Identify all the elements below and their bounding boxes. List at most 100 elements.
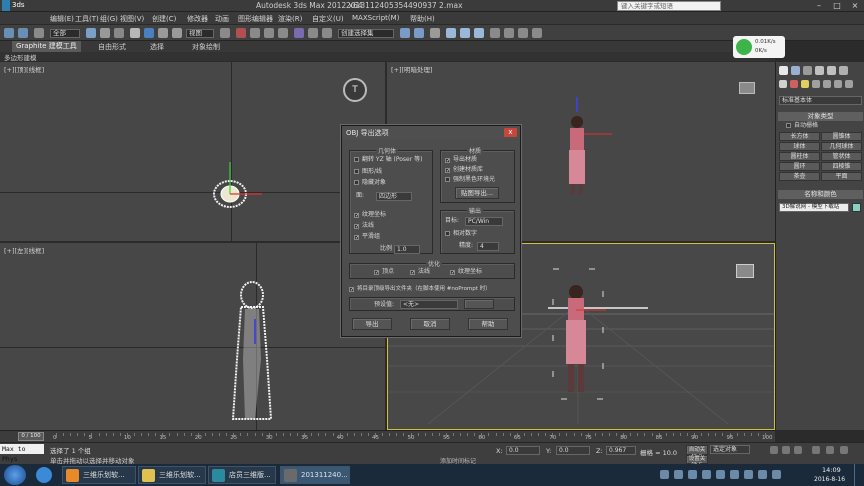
rotate-icon[interactable] xyxy=(158,28,168,38)
menu-edit[interactable]: 编辑(E) xyxy=(50,14,74,24)
close-icon[interactable]: × xyxy=(848,1,862,11)
x-coord-input[interactable]: 0.0 xyxy=(506,446,540,455)
texcoords-checkbox[interactable]: ✓ 纹理坐标 xyxy=(354,211,386,219)
task-2[interactable]: 三维乐划软... xyxy=(138,466,206,484)
spinner-snap-icon[interactable] xyxy=(278,28,288,38)
create-tab-icon[interactable] xyxy=(779,66,788,75)
create-matlib-checkbox[interactable]: ✓ 创建材质库 xyxy=(445,166,483,174)
tube-button[interactable]: 管状体 xyxy=(821,152,862,161)
shapes-icon[interactable] xyxy=(790,80,798,88)
maximize-icon[interactable]: □ xyxy=(830,1,844,11)
menu-animation[interactable]: 动画 xyxy=(215,14,229,24)
task-4[interactable]: 201311240... xyxy=(280,466,350,484)
tray-icon-i[interactable] xyxy=(772,470,781,479)
shapes-checkbox[interactable]: 图形/线 xyxy=(354,168,382,176)
geosphere-button[interactable]: 几何球体 xyxy=(821,142,862,151)
material-editor-icon[interactable] xyxy=(430,28,440,38)
menu-group[interactable]: 组(G) xyxy=(100,14,118,24)
object-color-swatch[interactable] xyxy=(852,203,861,212)
menu-rendering[interactable]: 渲染(R) xyxy=(278,14,302,24)
show-desktop-button[interactable] xyxy=(854,464,864,486)
helpers-icon[interactable] xyxy=(823,80,831,88)
menu-graph-editors[interactable]: 图形编辑器 xyxy=(238,14,273,24)
primitive-type-dropdown[interactable]: 标准基本体 xyxy=(779,96,862,105)
start-icon[interactable] xyxy=(4,465,26,485)
torus-button[interactable]: 圆环 xyxy=(779,162,820,171)
snap-icon[interactable] xyxy=(236,28,246,38)
select-by-name-icon[interactable] xyxy=(100,28,110,38)
normals-checkbox[interactable]: ✓ 法线 xyxy=(354,222,374,230)
tray-icon-h[interactable] xyxy=(758,470,767,479)
spacewarps-icon[interactable] xyxy=(834,80,842,88)
cameras-icon[interactable] xyxy=(812,80,820,88)
select-filter-dropdown[interactable]: 全部 xyxy=(50,29,80,38)
smooth-groups-checkbox[interactable]: ✓ 平滑组 xyxy=(354,233,380,241)
align-icon[interactable] xyxy=(308,28,318,38)
scale-input[interactable]: 1.0 xyxy=(394,245,420,254)
dialog-close-button[interactable]: x xyxy=(504,128,517,137)
tab-graphite[interactable]: Graphite 建模工具 xyxy=(12,41,81,52)
name-color-rollout[interactable]: 名称和颜色 xyxy=(778,190,863,199)
help-search-input[interactable]: 键入关键字或短语 xyxy=(617,1,721,11)
optimize-texcoords-checkbox[interactable]: ✓ 纹理坐标 xyxy=(450,268,482,276)
viewcube-top-icon[interactable]: T xyxy=(343,78,367,102)
angle-snap-icon[interactable] xyxy=(250,28,260,38)
polygon-modeling-label[interactable]: 多边形建模 xyxy=(4,52,37,62)
hidden-objects-checkbox[interactable]: 隐藏对象 xyxy=(354,179,386,187)
tray-icon-e[interactable] xyxy=(716,470,725,479)
relative-numbers-checkbox[interactable]: 相对数字 xyxy=(445,230,477,238)
menu-help[interactable]: 帮助(H) xyxy=(410,14,435,24)
tray-icon-b[interactable] xyxy=(674,470,683,479)
sphere-button[interactable]: 球体 xyxy=(779,142,820,151)
tray-icon-f[interactable] xyxy=(730,470,739,479)
menu-maxscript[interactable]: MAXScript(M) xyxy=(352,14,399,22)
map-export-button[interactable]: 贴图导出... xyxy=(455,187,499,199)
time-slider[interactable]: 0 / 100 xyxy=(18,432,44,441)
render-setup-icon[interactable] xyxy=(446,28,456,38)
orbit-icon[interactable] xyxy=(840,446,848,454)
menu-modifiers[interactable]: 修改器 xyxy=(187,14,208,24)
menu-create[interactable]: 创建(C) xyxy=(152,14,176,24)
curve-editor-icon[interactable] xyxy=(400,28,410,38)
geometry-icon[interactable] xyxy=(779,80,787,88)
pivot-icon[interactable] xyxy=(220,28,230,38)
display-tab-icon[interactable] xyxy=(827,66,836,75)
pan-icon[interactable] xyxy=(826,446,834,454)
export-button[interactable]: 导出 xyxy=(352,318,392,330)
maxscript-listener[interactable]: Max to Phys xyxy=(0,444,44,463)
tray-icon-c[interactable] xyxy=(688,470,697,479)
ie-icon[interactable] xyxy=(36,467,52,483)
object-name-input[interactable]: 3D解说网 - 模型下载站 xyxy=(779,203,849,212)
precision-input[interactable]: 4 xyxy=(477,242,499,251)
cylinder-button[interactable]: 圆柱体 xyxy=(779,152,820,161)
clock-time[interactable]: 14:09 xyxy=(822,466,841,474)
autogrid-checkbox[interactable]: 自动栅格 xyxy=(786,122,818,130)
named-selection-dropdown[interactable]: 创建选择集 xyxy=(338,29,394,38)
target-dropdown[interactable]: PC/Win xyxy=(465,217,503,226)
faces-dropdown[interactable]: 四边形 xyxy=(376,192,412,201)
render-frame-icon[interactable] xyxy=(460,28,470,38)
next-frame-icon[interactable] xyxy=(782,446,790,454)
set-key-button[interactable]: 设置关键点 xyxy=(686,455,708,469)
viewport-left[interactable]: [+][左][线框] xyxy=(0,243,385,430)
tool-icon-c[interactable] xyxy=(518,28,528,38)
viewcube-persp-icon[interactable] xyxy=(739,82,755,94)
lights-icon[interactable] xyxy=(801,80,809,88)
tool-icon-b[interactable] xyxy=(504,28,514,38)
minimize-icon[interactable]: – xyxy=(812,1,826,11)
last-frame-icon[interactable] xyxy=(794,446,802,454)
hierarchy-tab-icon[interactable] xyxy=(803,66,812,75)
tab-freeform[interactable]: 自由形式 xyxy=(98,42,126,52)
schematic-icon[interactable] xyxy=(414,28,424,38)
y-coord-input[interactable]: 0.0 xyxy=(556,446,590,455)
export-materials-checkbox[interactable]: ✓ 导出材质 xyxy=(445,156,477,164)
select-object-icon[interactable] xyxy=(86,28,96,38)
box-button[interactable]: 长方体 xyxy=(779,132,820,141)
scale-icon[interactable] xyxy=(172,28,182,38)
play-icon[interactable] xyxy=(770,446,778,454)
systems-icon[interactable] xyxy=(845,80,853,88)
use-prompt-checkbox[interactable]: ✓ 将目录顶级导出文件夹（在脚本使用 #noPrompt 时） xyxy=(349,285,491,293)
tab-selection[interactable]: 选择 xyxy=(150,42,164,52)
viewport-left-label[interactable]: [+][左][线框] xyxy=(4,245,44,255)
menu-views[interactable]: 视图(V) xyxy=(120,14,144,24)
